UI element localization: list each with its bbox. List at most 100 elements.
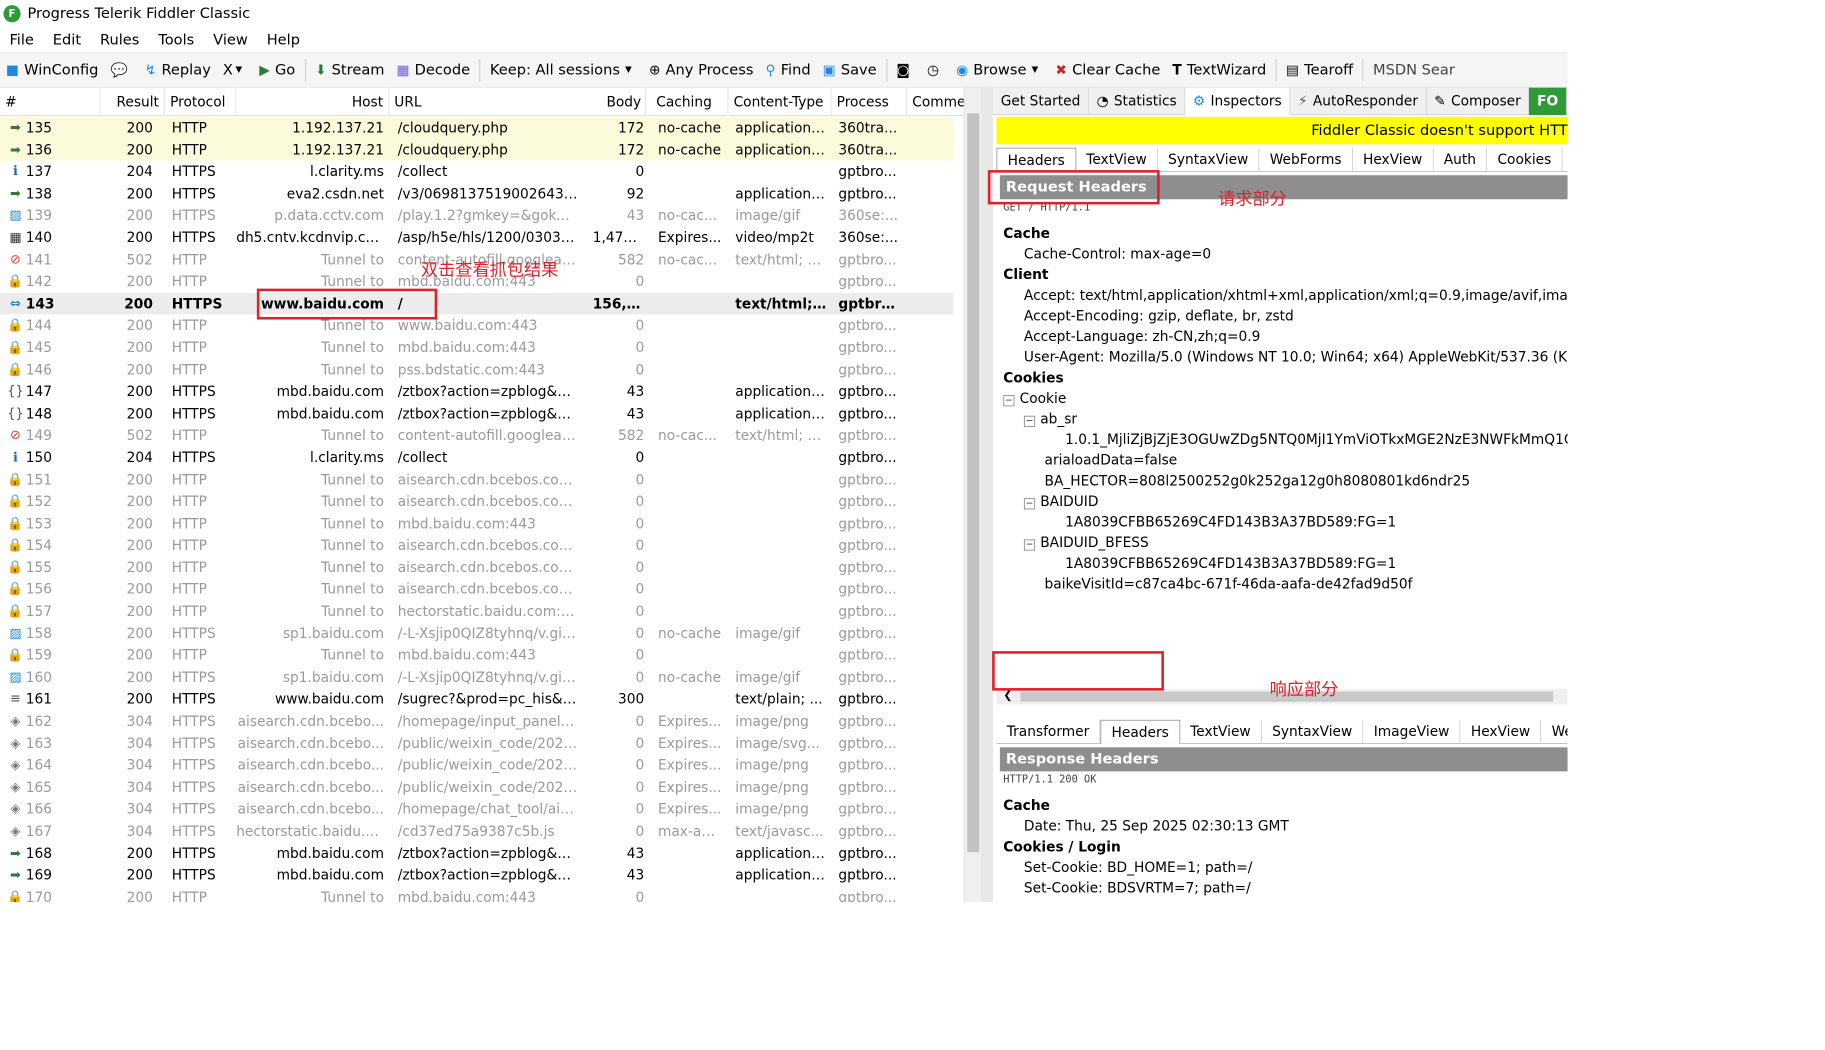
tearoff-button[interactable]: ▤ Tearoff [1280, 53, 1359, 87]
session-row[interactable]: ≡ 161 200 HTTPS www.baidu.com/sugrec?&prod=p… [0, 688, 953, 710]
session-proc: gptbro... [838, 647, 897, 664]
winconfig-button[interactable]: ■ WinConfig [0, 53, 104, 87]
sessions-scrollbar[interactable] [963, 87, 981, 902]
session-row[interactable]: ℹ 150 204 HTTPS l.clarity.ms/collect 0 gptbro.… [0, 447, 953, 469]
tab-inspectors[interactable]: ⚙ Inspectors [1185, 87, 1291, 116]
req-tab-hexview[interactable]: HexView [1353, 147, 1434, 172]
session-row[interactable]: 🔒 146 200 HTTP Tunnel to pss.bdstatic.com:443… [0, 359, 953, 381]
header-line[interactable]: − BAIDUID [1003, 491, 1567, 512]
session-row[interactable]: ◈ 165 304 HTTPS aisearch.cdn.bcebo... /public… [0, 776, 953, 798]
session-row[interactable]: ▨ 158 200 HTTPS sp1.baidu.com /-L-Xsjip0QIZ8t… [0, 622, 953, 644]
session-row[interactable]: ➡ 136 200 HTTP 1.192.137.21/cloudquery.php 17… [0, 138, 954, 161]
session-row[interactable]: 🔒 144 200 HTTP Tunnel to www.baidu.com:443 0 gp… [0, 315, 953, 337]
find-button[interactable]: ⚲ Find [759, 53, 816, 87]
session-row[interactable]: ◈ 162 304 HTTPS aisearch.cdn.bcebo... /homepa… [0, 710, 953, 732]
column-content-type[interactable]: Content-Type [728, 87, 832, 116]
session-row[interactable]: ▦ 140 200 HTTPS dh5.cntv.kcdnvip.com/asp/h5e… [0, 227, 953, 249]
column-body[interactable]: Body [601, 87, 646, 116]
browse-button[interactable]: ◉ Browse ▼ [950, 53, 1049, 87]
save-button[interactable]: ▣ Save [817, 53, 883, 87]
session-row[interactable]: ➡ 169 200 HTTPS mbd.baidu.com/ztbox?action=z… [0, 864, 953, 886]
column-result[interactable]: Result [101, 87, 165, 116]
header-line[interactable]: − BAIDUID_BFESS [1003, 533, 1567, 554]
column-host[interactable]: Host [236, 87, 390, 116]
session-row[interactable]: 🔒 159 200 HTTP Tunnel to mbd.baidu.com:443 0 gp… [0, 644, 953, 666]
session-row[interactable]: ➡ 168 200 HTTPS mbd.baidu.com/ztbox?action=z… [0, 842, 953, 864]
tab-composer[interactable]: ✎ Composer [1427, 87, 1530, 116]
resp-tab-transformer[interactable]: Transformer [996, 719, 1101, 744]
session-row[interactable]: 🔒 157 200 HTTP Tunnel to hectorstatic.baidu.c… [0, 600, 953, 622]
column-num[interactable]: # [0, 87, 101, 116]
session-row[interactable]: ◈ 163 304 HTTPS aisearch.cdn.bcebo... /public… [0, 732, 953, 754]
collapse-toggle-icon[interactable]: − [1023, 498, 1036, 510]
menu-file[interactable]: File [0, 31, 43, 48]
column-comments[interactable]: Commen [907, 87, 969, 116]
session-row[interactable]: ▨ 139 200 HTTPS p.data.cctv.com/play.1.2?gmk… [0, 205, 953, 227]
menu-edit[interactable]: Edit [43, 31, 90, 48]
column-process[interactable]: Process [832, 87, 908, 116]
collapse-toggle-icon[interactable]: − [1023, 539, 1036, 551]
session-row[interactable]: ▨ 160 200 HTTPS sp1.baidu.com /-L-Xsjip0QIZ8t… [0, 666, 953, 688]
session-row[interactable]: 🔒 156 200 HTTP Tunnel to aisearch.cdn.bcebos.… [0, 579, 953, 601]
collapse-toggle-icon[interactable]: − [1023, 415, 1036, 427]
decode-button[interactable]: ▦ Decode [391, 53, 477, 87]
column-caching[interactable]: Caching [651, 87, 729, 116]
resp-tab-imageview[interactable]: ImageView [1363, 719, 1461, 744]
req-tab-webforms[interactable]: WebForms [1259, 147, 1353, 172]
session-row[interactable]: ➡ 138 200 HTTPS eva2.csdn.net/v3/06981375190… [0, 183, 953, 205]
session-row[interactable]: 🔒 145 200 HTTP Tunnel to mbd.baidu.com:443 0 gp… [0, 337, 953, 359]
menu-view[interactable]: View [204, 31, 258, 48]
session-row[interactable]: 🔒 154 200 HTTP Tunnel to aisearch.cdn.bcebos.… [0, 535, 953, 557]
tab-autoresponder[interactable]: ⚡ AutoResponder [1290, 87, 1427, 116]
keep-sessions-dropdown[interactable]: Keep: All sessions ▼ [484, 53, 643, 87]
collapse-toggle-icon[interactable]: − [1003, 395, 1015, 407]
session-row[interactable]: ⊘ 149 502 HTTP Tunnel to content-autofill.goo… [0, 425, 953, 447]
header-line[interactable]: − ab_sr [1003, 409, 1567, 430]
session-row[interactable]: ◈ 166 304 HTTPS aisearch.cdn.bcebo... /homepa… [0, 798, 953, 820]
session-row[interactable]: {} 147 200 HTTPS mbd.baidu.com/ztbox?action=… [0, 381, 953, 403]
any-process-button[interactable]: ⊕ Any Process [643, 53, 760, 87]
menu-rules[interactable]: Rules [91, 31, 149, 48]
session-row[interactable]: ◈ 167 304 HTTPS hectorstatic.baidu.c... /cd37… [0, 820, 953, 842]
req-tab-headers[interactable]: Headers [996, 147, 1076, 172]
req-tab-textview[interactable]: TextView [1076, 147, 1158, 172]
pane-splitter[interactable] [980, 87, 994, 902]
session-row[interactable]: 🔒 155 200 HTTP Tunnel to aisearch.cdn.bcebos.… [0, 557, 953, 579]
resp-tab-syntaxview[interactable]: SyntaxView [1262, 719, 1364, 744]
session-row[interactable]: 🔒 151 200 HTTP Tunnel to aisearch.cdn.bcebos.… [0, 469, 953, 491]
stream-button[interactable]: ⬇ Stream [309, 53, 391, 87]
resp-tab-web[interactable]: We [1541, 720, 1568, 744]
remove-button[interactable]: X ▼ [217, 53, 253, 87]
screenshot-button[interactable]: ◙ [890, 53, 921, 87]
textwizard-button[interactable]: T TextWizard [1166, 53, 1272, 87]
msdn-search-input[interactable]: MSDN Sear [1367, 53, 1461, 87]
scrollbar-thumb[interactable] [967, 113, 980, 853]
tab-statistics[interactable]: ◔ Statistics [1089, 87, 1186, 116]
header-line[interactable]: − Cookie [1003, 388, 1567, 409]
replay-button[interactable]: ↯ Replay [139, 53, 217, 87]
req-tab-syntaxview[interactable]: SyntaxView [1158, 147, 1260, 172]
session-row[interactable]: ◈ 164 304 HTTPS aisearch.cdn.bcebo... /public… [0, 754, 953, 776]
scroll-left-icon[interactable]: ❮ [1003, 689, 1012, 702]
go-button[interactable]: ▶ Go [253, 53, 301, 87]
menu-help[interactable]: Help [257, 31, 309, 48]
session-row[interactable]: 🔒 170 200 HTTP Tunnel to mbd.baidu.com:443 0 gp… [0, 886, 953, 902]
menu-tools[interactable]: Tools [149, 31, 204, 48]
req-tab-auth[interactable]: Auth [1433, 147, 1488, 172]
comment-button[interactable]: 💬 [104, 53, 138, 87]
session-row[interactable]: ⇔143200HTTPSwww.baidu.com/156,3...text/h… [0, 292, 954, 315]
session-row[interactable]: ➡ 135 200 HTTP 1.192.137.21/cloudquery.php 17… [0, 116, 954, 139]
session-row[interactable]: 🔒 152 200 HTTP Tunnel to aisearch.cdn.bcebos.… [0, 491, 953, 513]
tab-fo[interactable]: FO [1529, 87, 1567, 116]
resp-tab-hexview[interactable]: HexView [1461, 719, 1542, 744]
session-row[interactable]: {} 148 200 HTTPS mbd.baidu.com/ztbox?action=… [0, 403, 953, 425]
column-protocol[interactable]: Protocol [165, 87, 237, 116]
timer-button[interactable]: ◷ [921, 53, 950, 87]
resp-tab-headers[interactable]: Headers [1100, 719, 1180, 744]
resp-tab-textview[interactable]: TextView [1180, 719, 1262, 744]
clear-cache-button[interactable]: ✖ Clear Cache [1049, 53, 1166, 87]
session-row[interactable]: 🔒 153 200 HTTP Tunnel to mbd.baidu.com:443 0 gp… [0, 513, 953, 535]
req-tab-cookies[interactable]: Cookies [1487, 147, 1563, 172]
tab-get-started[interactable]: Get Started [993, 87, 1089, 116]
session-row[interactable]: ℹ 137 204 HTTPS l.clarity.ms/collect 0 gptbro.… [0, 161, 953, 183]
